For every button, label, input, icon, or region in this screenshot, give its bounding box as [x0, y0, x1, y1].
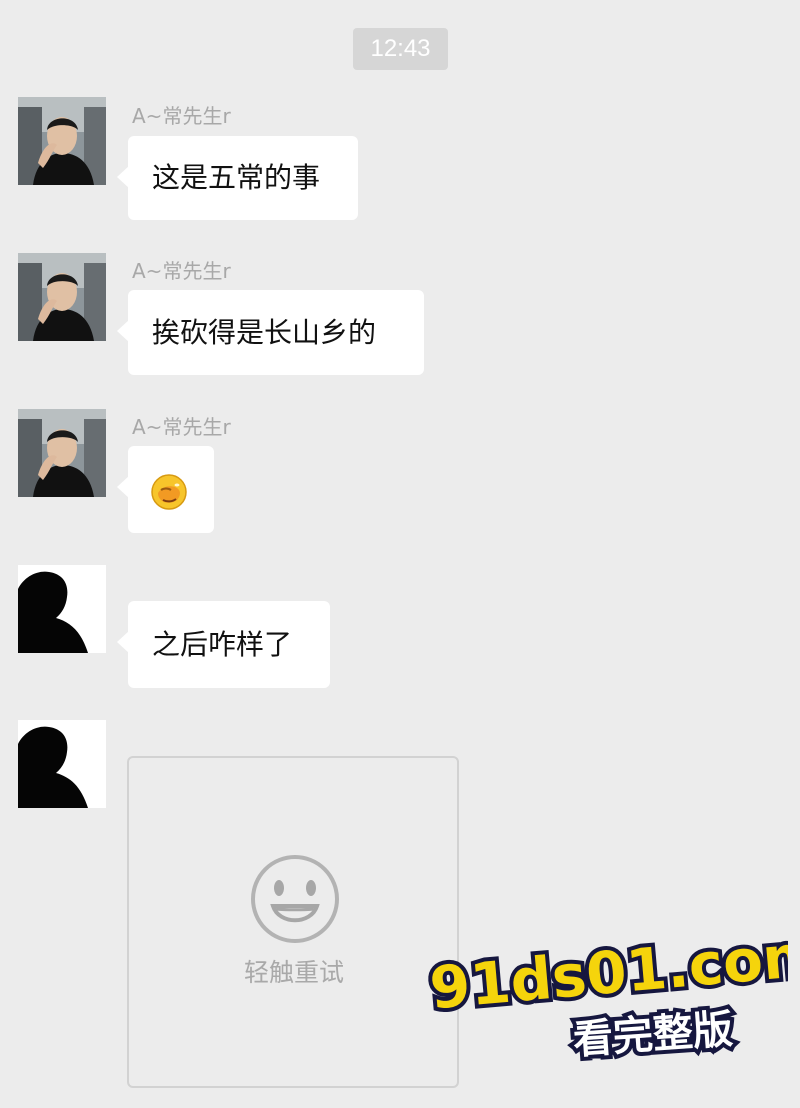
- contact-photo-icon: [18, 97, 106, 185]
- message-bubble[interactable]: 这是五常的事: [117, 136, 358, 220]
- watermark-domain: 91ds01.com: [428, 925, 788, 1022]
- avatar-contact[interactable]: [18, 409, 106, 497]
- contact-photo-icon: [18, 409, 106, 497]
- message-text: 之后咋样了: [152, 628, 293, 661]
- silhouette-avatar-icon: [18, 720, 106, 808]
- avatar-contact[interactable]: [18, 97, 106, 185]
- contact-photo-icon: [18, 253, 106, 341]
- message-bubble[interactable]: 挨砍得是长山乡的: [117, 290, 424, 375]
- message-text: 这是五常的事: [152, 161, 321, 194]
- site-watermark: 91ds01.com 看完整版: [428, 925, 788, 1065]
- message-timestamp: 12:43: [353, 28, 448, 70]
- avatar-self[interactable]: [18, 720, 106, 808]
- image-retry-card[interactable]: 轻触重试: [127, 756, 459, 1088]
- silhouette-avatar-icon: [18, 565, 106, 653]
- avatar-contact[interactable]: [18, 253, 106, 341]
- message-bubble[interactable]: 之后咋样了: [117, 601, 330, 688]
- watermark-logo: 91ds01.com 看完整版: [428, 925, 788, 1065]
- avatar-self[interactable]: [18, 565, 106, 653]
- message-text: 挨砍得是长山乡的: [152, 316, 377, 349]
- watermark-tagline: 看完整版: [572, 1007, 735, 1064]
- sender-name: A~常先生r: [132, 415, 231, 439]
- smiley-icon: [251, 855, 339, 943]
- retry-label: 轻触重试: [243, 958, 344, 987]
- facepalm-emoji-icon: [151, 474, 187, 510]
- sender-name: A~常先生r: [132, 104, 231, 128]
- sender-name: A~常先生r: [132, 259, 231, 283]
- emoji-message-bubble[interactable]: [117, 446, 214, 533]
